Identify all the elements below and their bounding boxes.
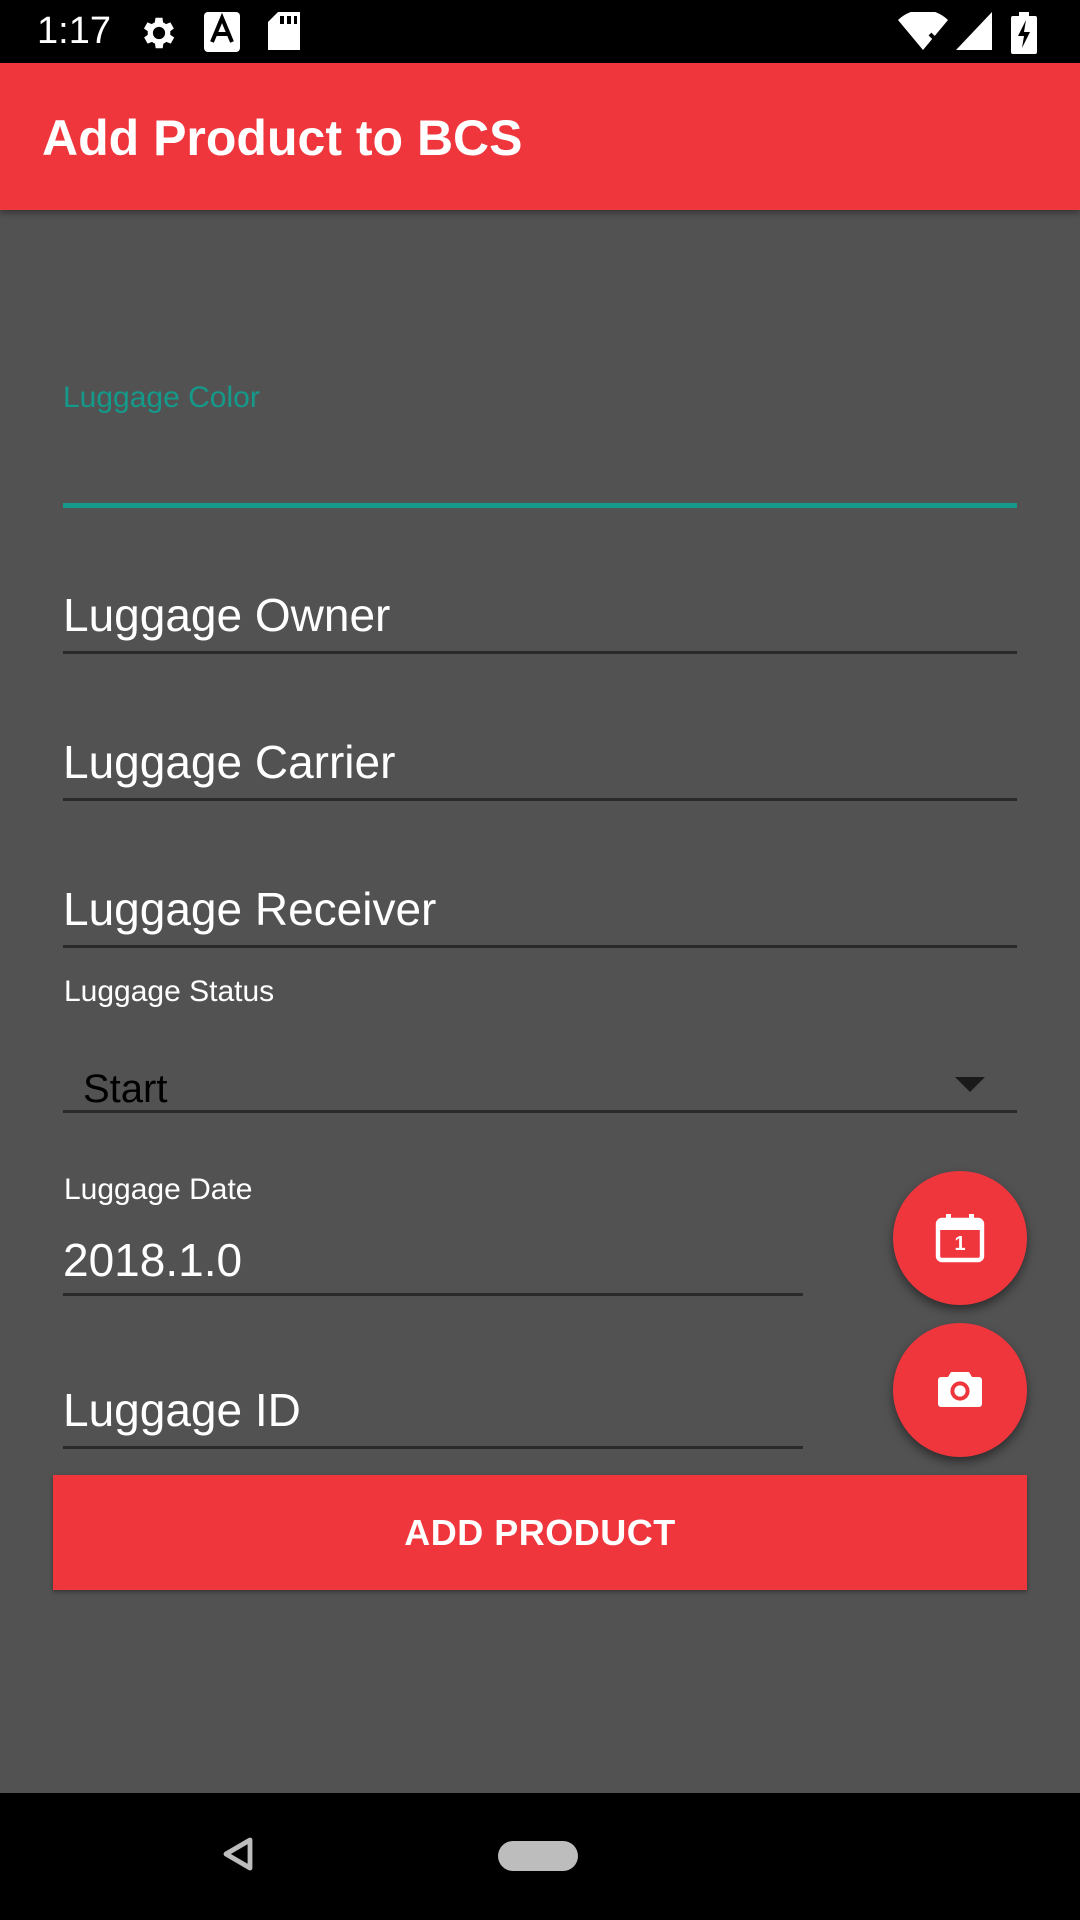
wifi-icon	[898, 9, 948, 55]
luggage-owner-field[interactable]: Luggage Owner	[63, 580, 1017, 655]
calendar-icon: 1	[934, 1212, 986, 1264]
luggage-receiver-underline	[63, 945, 1017, 948]
calendar-fab-button[interactable]: 1	[893, 1171, 1027, 1305]
camera-fab-button[interactable]	[893, 1323, 1027, 1457]
luggage-id-placeholder: Luggage ID	[63, 1384, 301, 1436]
signal-icon	[956, 12, 992, 55]
luggage-id-field[interactable]: Luggage ID	[63, 1375, 803, 1450]
luggage-status-underline	[63, 1110, 1017, 1113]
gear-icon	[138, 12, 180, 59]
luggage-receiver-field[interactable]: Luggage Receiver	[63, 874, 1017, 949]
luggage-id-underline	[63, 1446, 803, 1449]
status-time: 1:17	[37, 10, 111, 52]
navigation-bar	[0, 1793, 1080, 1920]
luggage-carrier-field[interactable]: Luggage Carrier	[63, 727, 1017, 802]
luggage-date-label: Luggage Date	[64, 1173, 253, 1206]
page-title: Add Product to BCS	[42, 110, 523, 166]
luggage-receiver-placeholder: Luggage Receiver	[63, 883, 437, 935]
luggage-date-underline	[63, 1293, 803, 1296]
luggage-status-label: Luggage Status	[64, 975, 275, 1008]
luggage-status-dropdown[interactable]: Start	[63, 1055, 1017, 1113]
luggage-owner-placeholder: Luggage Owner	[63, 589, 391, 641]
luggage-date-value: 2018.1.0	[63, 1234, 243, 1286]
luggage-color-label: Luggage Color	[63, 381, 260, 414]
luggage-date-field[interactable]: 2018.1.0	[63, 1225, 803, 1297]
luggage-color-underline	[63, 503, 1017, 508]
sd-card-icon	[268, 12, 300, 55]
camera-icon	[937, 1368, 983, 1413]
home-pill-icon[interactable]	[498, 1841, 578, 1871]
chevron-down-icon	[955, 1077, 985, 1098]
luggage-carrier-placeholder: Luggage Carrier	[63, 736, 396, 788]
calendar-day-number: 1	[954, 1233, 966, 1255]
status-bar: 1:17	[0, 0, 1080, 63]
app-bar: Add Product to BCS	[0, 63, 1080, 210]
font-a-icon	[204, 12, 240, 57]
luggage-owner-underline	[63, 651, 1017, 654]
back-icon[interactable]	[222, 1836, 254, 1877]
luggage-carrier-underline	[63, 798, 1017, 801]
add-product-button[interactable]: ADD PRODUCT	[53, 1475, 1027, 1590]
luggage-status-selected: Start	[83, 1067, 168, 1111]
battery-charging-icon	[1011, 12, 1037, 59]
